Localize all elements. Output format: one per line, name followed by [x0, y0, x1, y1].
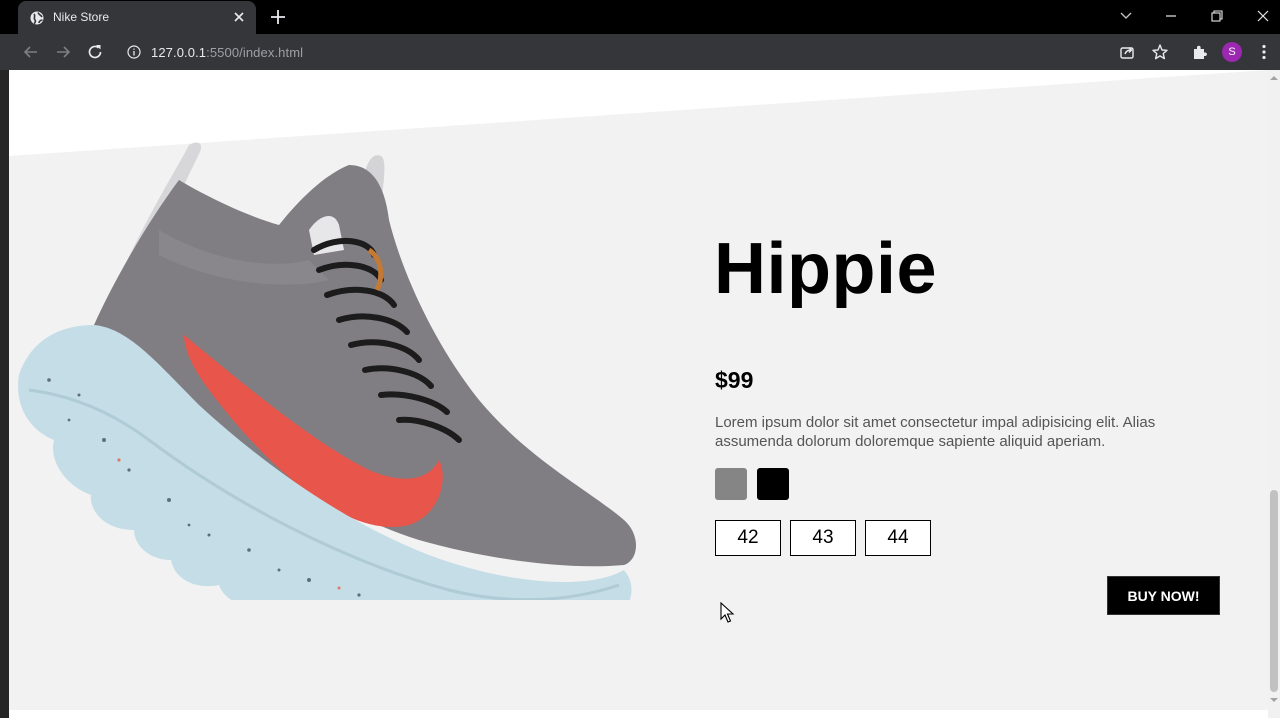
buy-now-button[interactable]: BUY NOW!: [1107, 576, 1220, 615]
window-edge: [0, 70, 9, 718]
plus-icon[interactable]: [268, 7, 288, 27]
product-title: Hippie: [714, 229, 938, 309]
color-swatch-gray[interactable]: [715, 468, 747, 500]
size-option-42[interactable]: 42: [715, 520, 781, 556]
profile-avatar[interactable]: S: [1222, 42, 1242, 62]
url-host: 127.0.0.1: [151, 45, 207, 60]
scrollbar-thumb[interactable]: [1270, 490, 1278, 692]
minimize-icon[interactable]: [1159, 5, 1183, 27]
tab-title: Nike Store: [53, 10, 110, 24]
mouse-cursor-icon: [720, 602, 735, 623]
puzzle-icon[interactable]: [1190, 42, 1210, 62]
globe-icon: [30, 11, 44, 25]
url-path: :5500/index.html: [206, 45, 304, 60]
chevron-down-icon[interactable]: [1114, 5, 1138, 27]
restore-icon[interactable]: [1205, 5, 1229, 27]
close-window-icon[interactable]: [1251, 5, 1275, 27]
product-price: $99: [715, 367, 754, 393]
sneaker-image: [18, 142, 637, 600]
url-text: 127.0.0.1:5500/index.html: [151, 45, 303, 60]
size-option-44[interactable]: 44: [865, 520, 931, 556]
scroll-down-arrow-icon[interactable]: [1270, 696, 1278, 704]
browser-tab[interactable]: Nike Store: [18, 1, 256, 34]
vertical-scrollbar[interactable]: [1268, 70, 1280, 718]
browser-toolbar: 127.0.0.1:5500/index.html: [0, 34, 1280, 70]
close-icon[interactable]: [230, 8, 248, 26]
forward-icon[interactable]: [53, 42, 73, 62]
kebab-menu-icon[interactable]: [1254, 42, 1274, 62]
share-icon[interactable]: [1117, 42, 1137, 62]
info-icon[interactable]: [127, 45, 141, 59]
star-icon[interactable]: [1150, 42, 1170, 62]
back-icon[interactable]: [21, 42, 41, 62]
size-option-43[interactable]: 43: [790, 520, 856, 556]
product-description: Lorem ipsum dolor sit amet consectetur i…: [715, 414, 1156, 450]
reload-icon[interactable]: [85, 42, 105, 62]
page-viewport: Hippie $99 Lorem ipsum dolor sit amet co…: [0, 70, 1280, 718]
scroll-up-arrow-icon[interactable]: [1270, 74, 1278, 82]
color-swatch-black[interactable]: [757, 468, 789, 500]
address-bar[interactable]: 127.0.0.1:5500/index.html: [118, 38, 1268, 66]
browser-titlebar: Nike Store: [0, 0, 1280, 34]
